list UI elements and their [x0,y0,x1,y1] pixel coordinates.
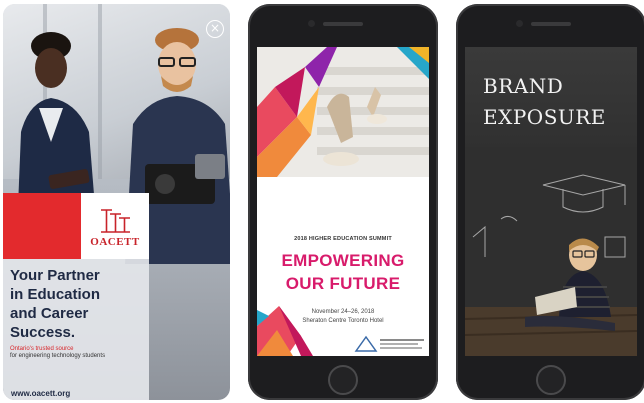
event-title: EMPOWERING OUR FUTURE [281,251,405,293]
brand-color-block [3,193,81,259]
phone-mockup-summit: 2018 HIGHER EDUCATION SUMMIT EMPOWERING … [248,4,438,400]
oacett-ad-panel: × OACETT Your Partner in Education and C… [3,4,230,400]
front-camera [308,20,315,27]
front-camera [516,20,523,27]
ad-headline: Your Partner in Education and Career Suc… [10,267,100,341]
ad-tagline: for engineering technology students [10,353,106,359]
geometric-accent-top [257,47,429,177]
website-link[interactable]: www.oacett.org [11,389,70,398]
phone-speaker [531,22,571,26]
logo-wordmark: OACETT [90,236,140,248]
chalkboard-child-photo [465,147,637,356]
ad-tagline-red: Ontario's trusted source [10,346,74,352]
phone-speaker [323,22,363,26]
phone-screen: 2018 HIGHER EDUCATION SUMMIT EMPOWERING … [257,47,429,356]
home-button[interactable] [536,365,566,395]
phone-mockup-brand: BRAND EXPOSURE [456,4,644,400]
oacett-logo: OACETT [81,193,149,259]
phone-screen: BRAND EXPOSURE [465,47,637,356]
home-button[interactable] [328,365,358,395]
organizer-logo [354,335,424,352]
ad-text-panel: Your Partner in Education and Career Suc… [3,259,149,400]
event-label: 2018 HIGHER EDUCATION SUMMIT [294,236,392,242]
brand-headline: BRAND EXPOSURE [483,74,606,129]
geometric-accent-bottom [257,306,313,356]
close-icon[interactable]: × [206,20,224,38]
oacett-logo-mark [101,209,130,233]
